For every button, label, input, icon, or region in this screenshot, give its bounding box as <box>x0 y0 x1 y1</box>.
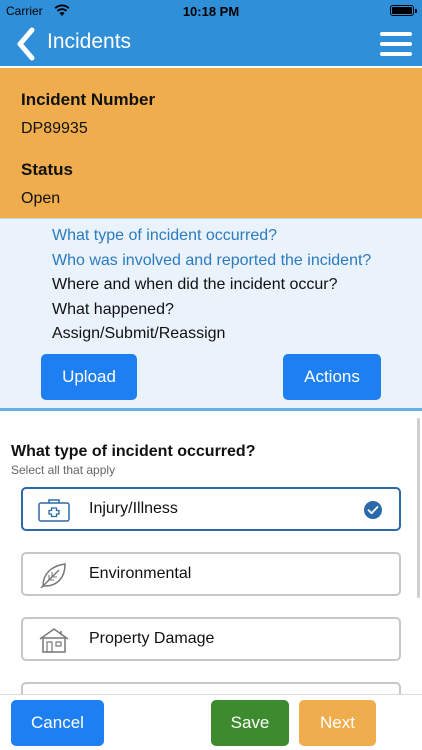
hamburger-menu-icon[interactable] <box>380 30 412 58</box>
bottom-action-bar: Cancel Save Next <box>0 694 422 750</box>
option-injury-illness[interactable]: Injury/Illness <box>21 487 401 531</box>
cancel-button[interactable]: Cancel <box>11 700 104 746</box>
first-aid-kit-icon <box>38 499 70 522</box>
actions-button[interactable]: Actions <box>283 354 381 400</box>
section-title: What type of incident occurred? <box>11 443 256 460</box>
back-chevron-icon[interactable] <box>12 26 42 62</box>
progress-steps-panel: What type of incident occurred? Who was … <box>0 218 422 411</box>
scrollbar[interactable] <box>417 418 420 598</box>
leaf-icon <box>40 563 66 588</box>
status-bar: Carrier 10:18 PM <box>0 0 422 22</box>
incident-info-panel: Incident Number DP89935 Status Open <box>0 66 422 218</box>
battery-icon <box>390 5 417 16</box>
incident-number-label: Incident Number <box>21 90 156 109</box>
checkmark-circle-icon <box>364 501 382 519</box>
step-where-when[interactable]: Where and when did the incident occur? <box>52 276 338 294</box>
step-incident-type[interactable]: What type of incident occurred? <box>52 227 277 245</box>
step-what-happened[interactable]: What happened? <box>52 301 174 319</box>
step-assign-submit[interactable]: Assign/Submit/Reassign <box>52 325 225 343</box>
save-button[interactable]: Save <box>211 700 289 746</box>
section-hint: Select all that apply <box>11 463 116 477</box>
option-label: Environmental <box>89 565 192 582</box>
option-label: Injury/Illness <box>89 500 178 517</box>
incident-number-value: DP89935 <box>21 120 88 137</box>
status-value: Open <box>21 190 61 207</box>
option-environmental[interactable]: Environmental <box>21 552 401 596</box>
nav-title: Incidents <box>47 30 132 53</box>
nav-bar: Incidents <box>0 22 422 66</box>
option-label: Property Damage <box>89 630 215 647</box>
step-involved-reported[interactable]: Who was involved and reported the incide… <box>52 252 371 270</box>
status-label: Status <box>21 160 73 179</box>
clock: 10:18 PM <box>182 4 240 19</box>
upload-button[interactable]: Upload <box>41 354 137 400</box>
house-icon <box>39 628 69 653</box>
option-property-damage[interactable]: Property Damage <box>21 617 401 661</box>
next-button[interactable]: Next <box>299 700 376 746</box>
